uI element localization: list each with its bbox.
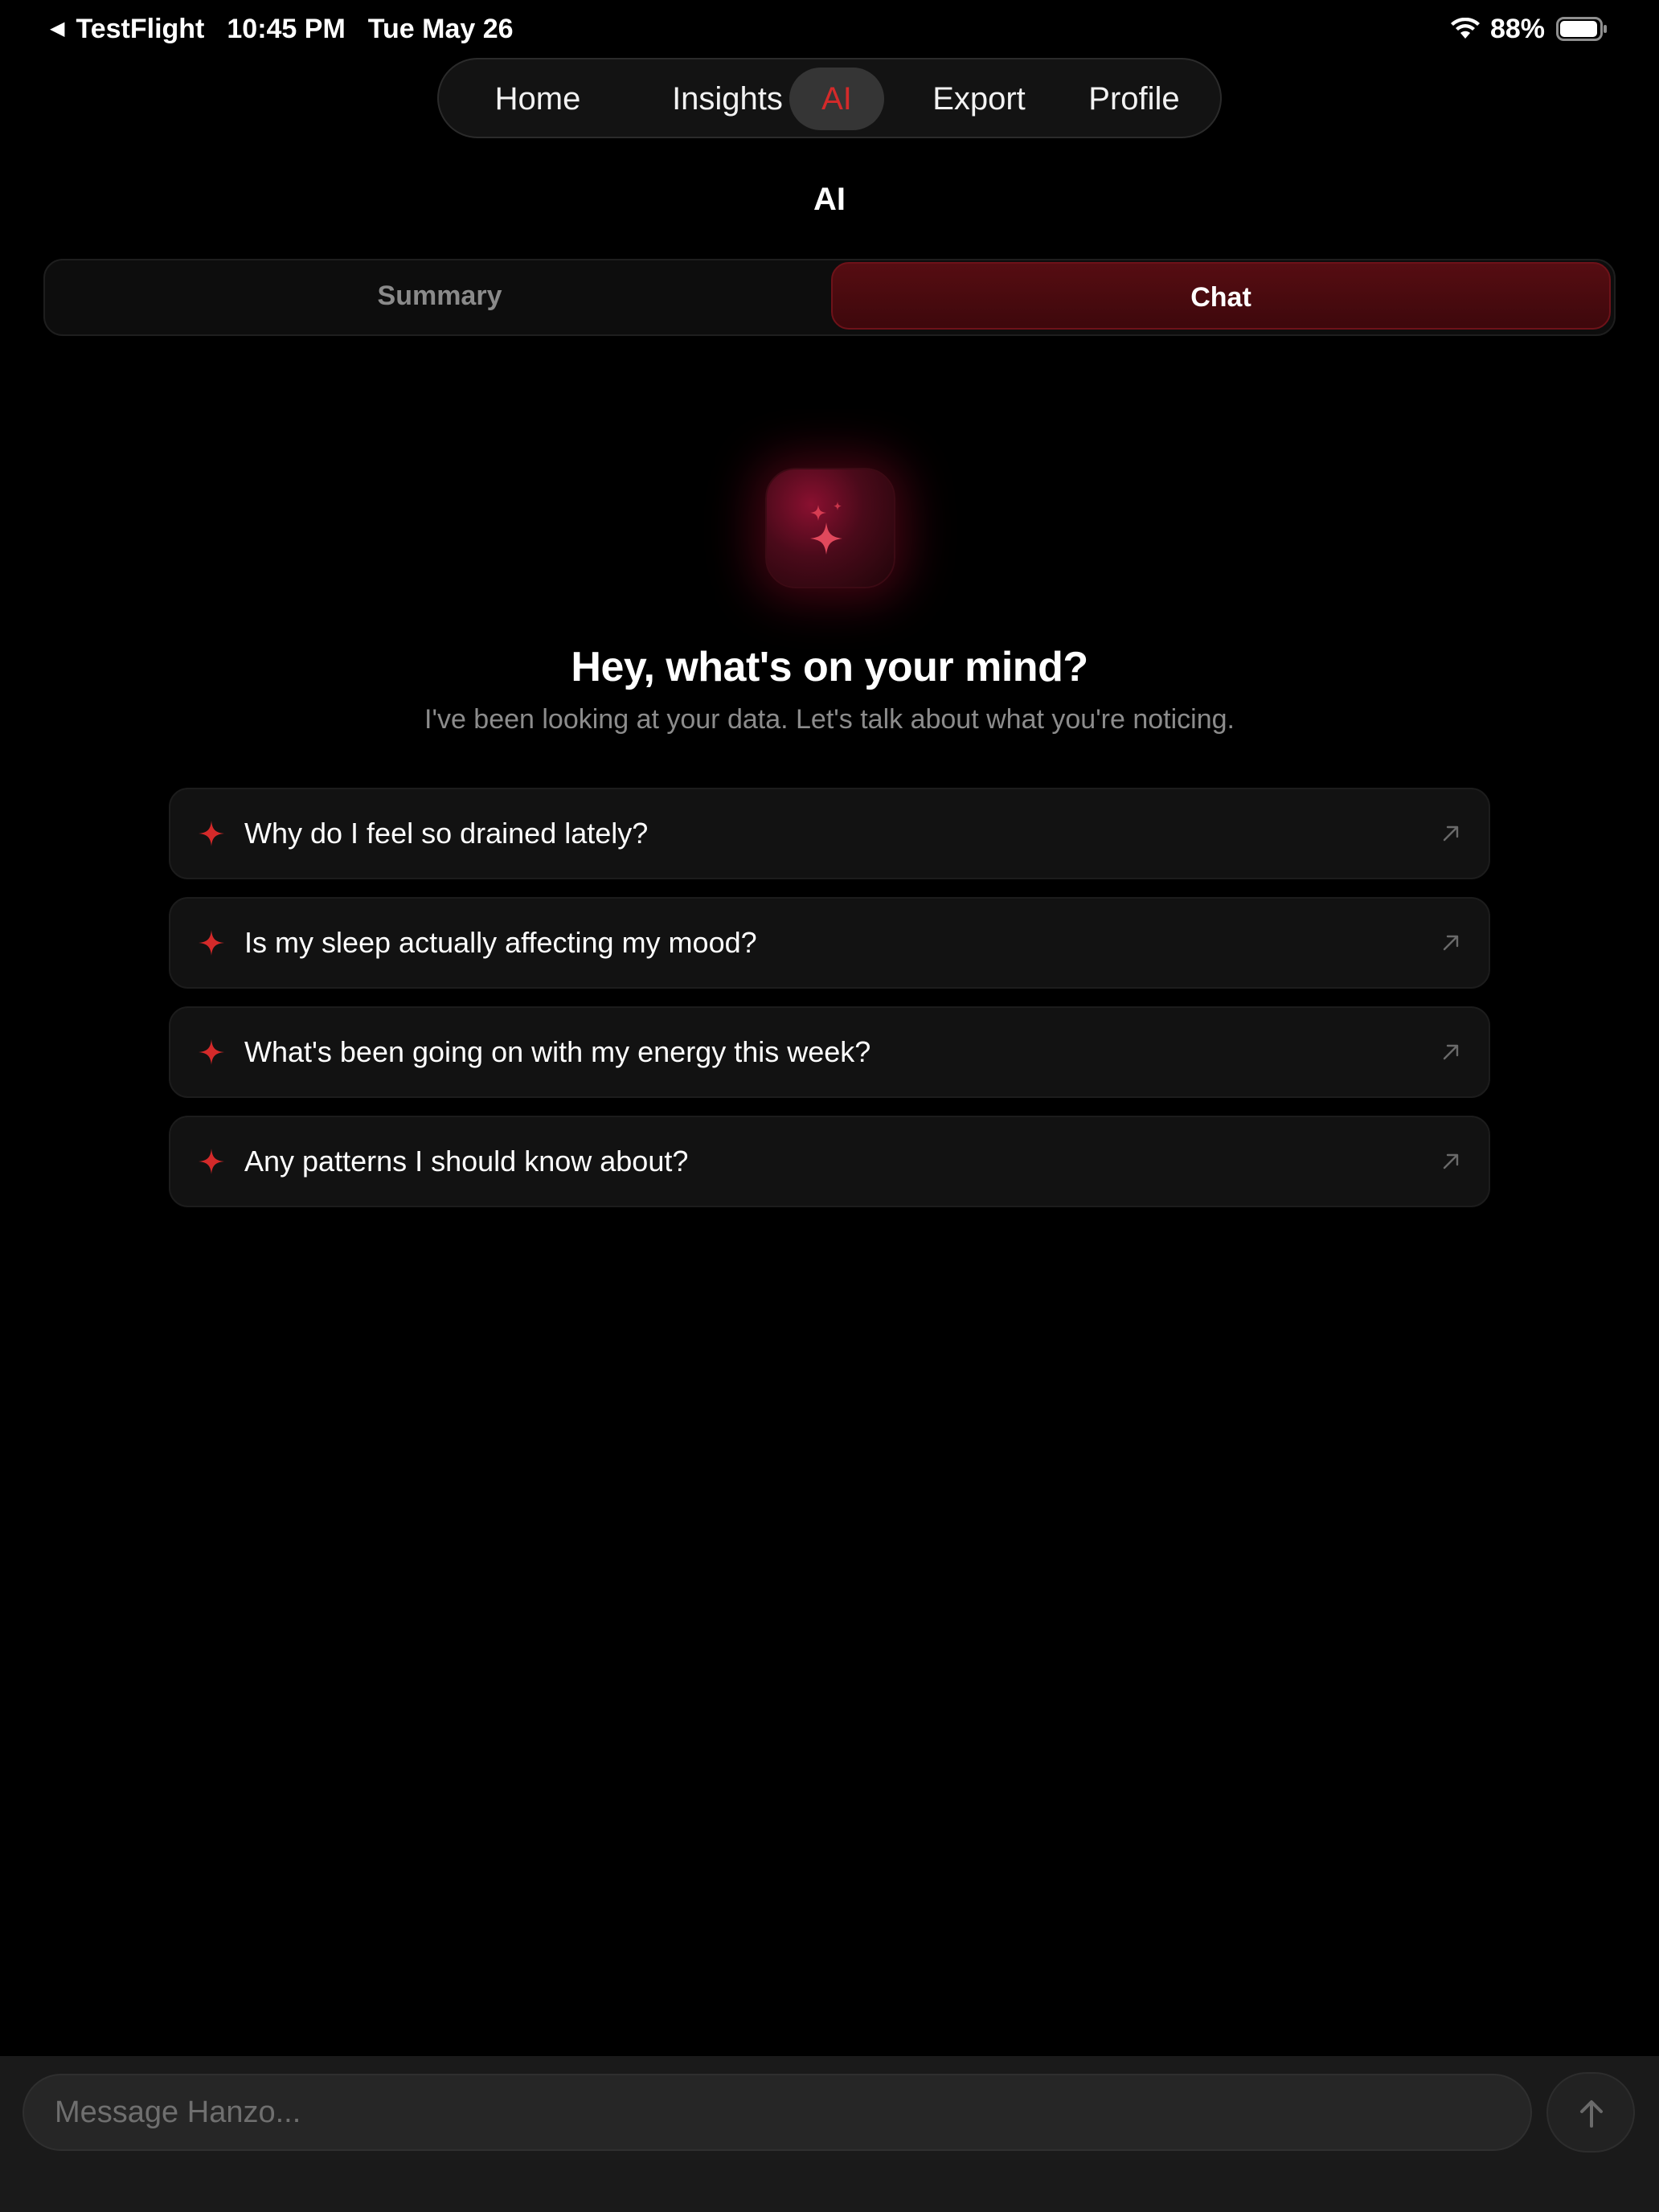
status-left: ◀ TestFlight 10:45 PM Tue May 26 [50,11,514,47]
status-right: 88% [1450,11,1608,47]
page-title: AI [813,182,846,217]
sparkle-icon [199,1149,224,1174]
suggestion-card[interactable]: Why do I feel so drained lately? [169,788,1490,879]
suggestion-text: Why do I feel so drained lately? [244,817,649,850]
suggestion-card[interactable]: Is my sleep actually affecting my mood? [169,897,1490,989]
suggestion-text: What's been going on with my energy this… [244,1035,871,1068]
tab-chat[interactable]: Chat [831,262,1611,330]
top-nav: Home Insights AI Export Profile [437,58,1222,138]
tab-summary[interactable]: Summary [50,262,830,330]
nav-tab-profile[interactable]: Profile [1066,68,1202,130]
suggestion-card[interactable]: What's been going on with my energy this… [169,1006,1490,1098]
suggestion-text: Is my sleep actually affecting my mood? [244,926,757,959]
battery-percent: 88% [1489,14,1545,44]
status-bar: ◀ TestFlight 10:45 PM Tue May 26 88% [0,0,1659,58]
arrow-up-right-icon [1443,825,1459,842]
sparkle-icon [199,821,224,846]
arrow-up-right-icon [1443,1044,1459,1060]
chat-subtitle: I've been looking at your data. Let's ta… [424,704,1235,735]
suggestion-text: Any patterns I should know about? [244,1145,689,1178]
arrow-up-right-icon [1443,1153,1459,1169]
back-to-app-link[interactable]: TestFlight [76,11,204,47]
sparkle-icon [199,930,224,956]
back-arrow-icon[interactable]: ◀ [50,11,64,47]
send-button[interactable] [1546,2072,1635,2153]
battery-icon [1556,17,1607,41]
nav-tab-export[interactable]: Export [908,68,1050,130]
message-input[interactable] [23,2074,1532,2151]
sparkles-icon [810,502,842,555]
chat-headline: Hey, what's on your mind? [571,644,1088,690]
suggestion-list: Why do I feel so drained lately? Is my s… [169,788,1490,1225]
sparkle-icon [199,1039,224,1065]
segmented-control: Summary Chat [43,259,1616,336]
arrow-up-right-icon [1443,935,1459,951]
nav-tab-ai[interactable]: AI [789,68,884,130]
status-date: Tue May 26 [367,14,514,44]
ai-badge [765,468,895,588]
message-composer [0,2056,1659,2212]
arrow-up-icon [1580,2100,1603,2128]
suggestion-card[interactable]: Any patterns I should know about? [169,1116,1490,1207]
wifi-icon [1450,18,1480,39]
status-time: 10:45 PM [227,14,346,44]
nav-tab-home[interactable]: Home [461,68,614,130]
